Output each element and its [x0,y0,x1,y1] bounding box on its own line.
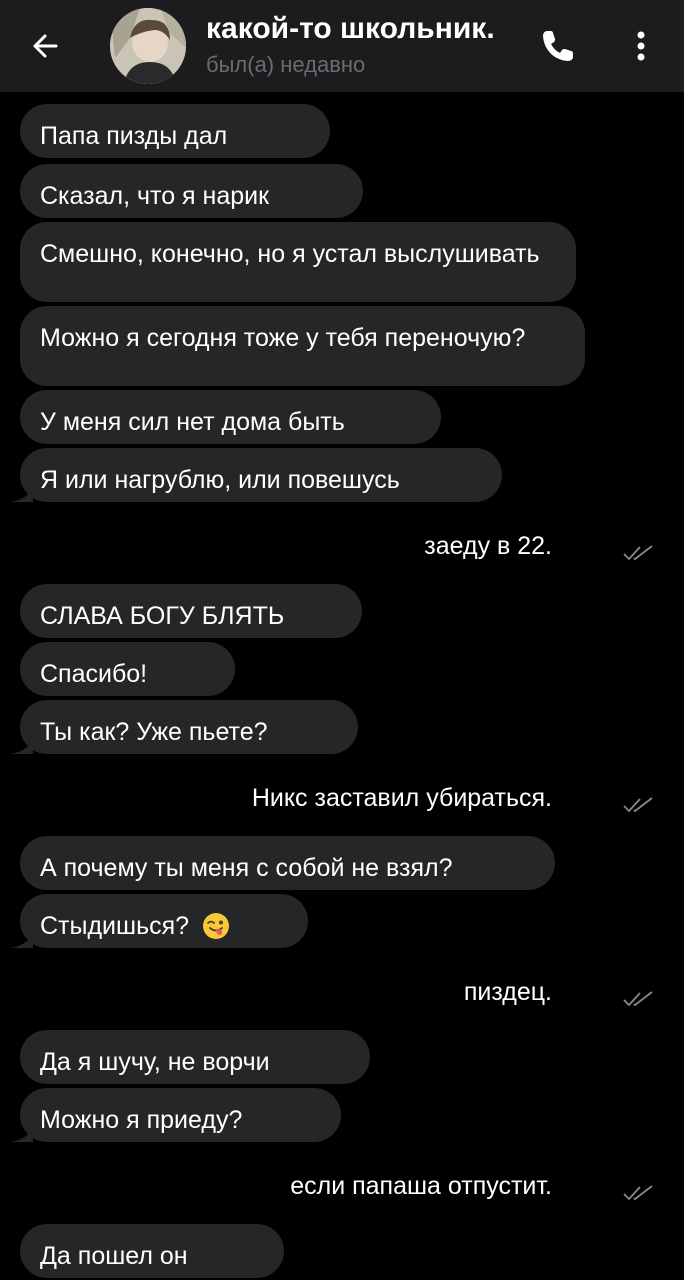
message-bubble-incoming[interactable]: А почему ты меня с собой не взял? [20,836,555,890]
message-text: Я или нагрублю, или повешусь [40,466,400,494]
avatar-photo [110,8,186,84]
message-bubble-incoming[interactable]: СЛАВА БОГУ БЛЯТЬ [20,584,362,638]
message-outgoing[interactable]: Никс заставил убираться. [252,784,552,813]
phone-icon[interactable] [538,26,578,66]
message-bubble-incoming[interactable]: Ты как? Уже пьете? [11,700,358,754]
message-bubble-incoming[interactable]: Смешно, конечно, но я устал выслушивать [20,222,576,302]
message-bubble-incoming[interactable]: Спасибо! [20,642,235,696]
double-check-icon [623,797,653,813]
message-outgoing[interactable]: пиздец. [464,978,552,1007]
message-text: Сказал, что я нарик [40,182,270,210]
message-bubble-incoming[interactable]: Папа пизды дал [20,104,330,158]
message-text: Стыдишься? [40,912,190,940]
message-bubble-incoming[interactable]: У меня сил нет дома быть [20,390,441,444]
message-text: Да пошел он [40,1242,188,1270]
winking-face-with-tongue-emoji [203,913,230,939]
message-outgoing[interactable]: если папаша отпустит. [290,1172,552,1201]
double-check-icon [623,545,653,561]
message-text: СЛАВА БОГУ БЛЯТЬ [40,602,285,630]
message-text: Папа пизды дал [40,122,228,150]
more-vertical-icon[interactable] [626,26,656,66]
message-bubble-incoming[interactable]: Можно я сегодня тоже у тебя переночую? [20,306,585,386]
arrow-left-icon[interactable] [26,24,70,68]
message-bubble-incoming[interactable]: Да пошел он [20,1224,284,1278]
message-text: Спасибо! [40,660,148,688]
message-text: А почему ты меня с собой не взял? [40,854,453,882]
message-text: Ты как? Уже пьете? [40,718,268,746]
message-outgoing[interactable]: заеду в 22. [424,532,552,561]
message-bubble-incoming[interactable]: Я или нагрублю, или повешусь [11,448,502,502]
double-check-icon [623,991,653,1007]
message-bubble-incoming[interactable]: Стыдишься? [11,894,308,948]
message-text: Можно я приеду? [40,1106,243,1134]
bubble-tail [11,736,33,754]
double-check-icon [623,1185,653,1201]
chat-title[interactable]: какой-то школьник. [206,12,495,46]
message-text: Можно я сегодня тоже у тебя переночую? [40,324,526,352]
avatar[interactable] [110,8,186,84]
message-bubble-incoming[interactable]: Сказал, что я нарик [20,164,363,218]
message-text: У меня сил нет дома быть [40,408,345,436]
bubble-tail [11,930,33,948]
message-text: Смешно, конечно, но я устал выслушивать [40,240,540,268]
bubble-tail [11,484,33,502]
bubble-tail [11,1124,33,1142]
message-text: Да я шучу, не ворчи [40,1048,270,1076]
message-bubble-incoming[interactable]: Можно я приеду? [11,1088,341,1142]
last-seen-status: был(а) недавно [206,52,366,77]
chat-header: какой-то школьник. был(а) недавно [0,0,684,92]
message-bubble-incoming[interactable]: Да я шучу, не ворчи [20,1030,370,1084]
